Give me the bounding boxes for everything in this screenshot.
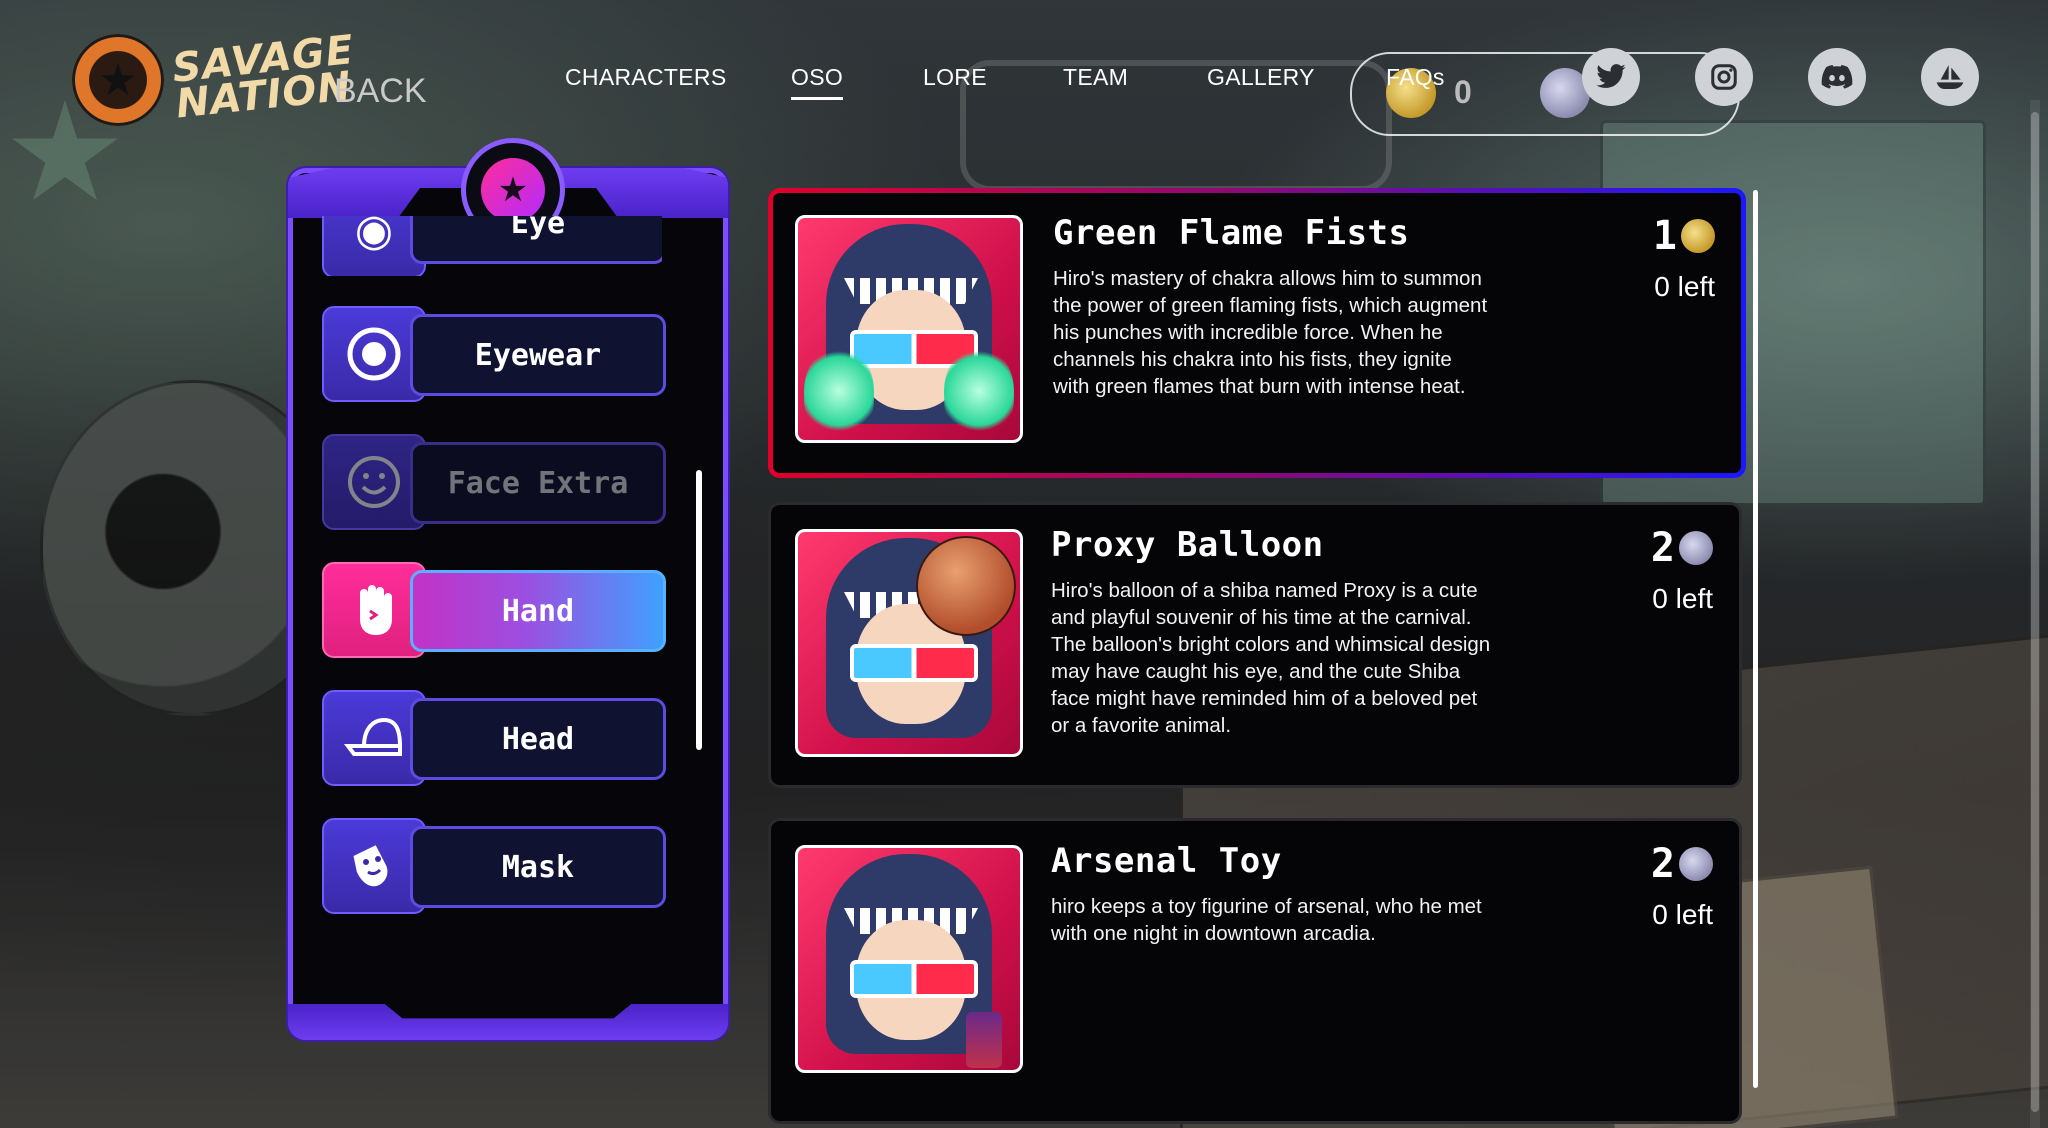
- nav-faqs[interactable]: FAQs: [1386, 64, 1445, 91]
- nav-team[interactable]: TEAM: [1063, 64, 1128, 91]
- category-label: Head: [410, 698, 666, 780]
- instagram-icon[interactable]: [1695, 48, 1753, 106]
- item-remaining: 0 left: [1654, 271, 1715, 302]
- page-scrollbar-thumb[interactable]: [2031, 112, 2039, 1112]
- gold-balance: 0: [1454, 74, 1472, 110]
- price-value: 2: [1650, 525, 1675, 571]
- category-mask[interactable]: Mask: [322, 818, 666, 914]
- arsenal-toy-figurine: [966, 1012, 1002, 1068]
- item-remaining: 0 left: [1652, 583, 1713, 614]
- category-eye[interactable]: ◉ Eye: [322, 216, 662, 276]
- item-title: Green Flame Fists: [1053, 213, 1410, 253]
- item-card-arsenal-toy[interactable]: Arsenal Toy hiro keeps a toy figurine of…: [768, 818, 1742, 1124]
- item-description: Hiro's mastery of chakra allows him to s…: [1053, 267, 1488, 398]
- category-label: Face Extra: [410, 442, 666, 524]
- green-flame-right: [944, 346, 1014, 436]
- nav-characters[interactable]: CHARACTERS: [565, 64, 726, 91]
- item-title: Arsenal Toy: [1051, 841, 1282, 881]
- nav-oso[interactable]: OSO: [791, 64, 843, 100]
- 3d-glasses: [850, 644, 978, 682]
- back-link[interactable]: BACK: [334, 72, 427, 111]
- opensea-icon[interactable]: [1921, 48, 1979, 106]
- item-price: 2: [1651, 525, 1713, 571]
- price-value: 2: [1650, 841, 1675, 887]
- gold-coin-icon: [1681, 219, 1715, 253]
- item-price: 1: [1653, 213, 1715, 259]
- items-scrollbar[interactable]: [1753, 190, 1758, 1088]
- page-scrollbar[interactable]: [2030, 100, 2040, 1128]
- item-image: [795, 529, 1023, 757]
- item-card-proxy-balloon[interactable]: Proxy Balloon Hiro's balloon of a shiba …: [768, 502, 1742, 788]
- discord-icon[interactable]: [1808, 48, 1866, 106]
- brand-wordmark: SAVAGE NATION: [170, 26, 357, 128]
- nav-gallery[interactable]: GALLERY: [1207, 64, 1315, 91]
- item-image: [795, 845, 1023, 1073]
- nav-lore[interactable]: LORE: [923, 64, 987, 91]
- item-remaining: 0 left: [1652, 899, 1713, 930]
- item-price: 2: [1651, 841, 1713, 887]
- brand-logo[interactable]: ★ SAVAGE NATION: [72, 27, 356, 128]
- item-description: hiro keeps a toy figurine of arsenal, wh…: [1051, 895, 1482, 945]
- category-face-extra[interactable]: Face Extra: [322, 434, 666, 530]
- item-image: [795, 215, 1023, 443]
- item-title: Proxy Balloon: [1051, 525, 1324, 565]
- silver-coin-icon: [1679, 847, 1713, 881]
- silver-coin-icon: [1679, 531, 1713, 565]
- category-label: Mask: [410, 826, 666, 908]
- price-value: 1: [1652, 213, 1677, 259]
- category-eyewear[interactable]: Eyewear: [322, 306, 666, 402]
- twitter-icon[interactable]: [1582, 48, 1640, 106]
- green-flame-left: [804, 346, 874, 436]
- category-label: Eyewear: [410, 314, 666, 396]
- category-label: Hand: [410, 570, 666, 652]
- shiba-balloon: [916, 536, 1016, 636]
- category-label: Eye: [410, 216, 662, 264]
- category-head[interactable]: Head: [322, 690, 666, 786]
- item-description: Hiro's balloon of a shiba named Proxy is…: [1051, 579, 1491, 737]
- item-card-green-flame-fists[interactable]: Green Flame Fists Hiro's mastery of chak…: [768, 188, 1746, 478]
- category-scrollbar[interactable]: [696, 470, 702, 750]
- category-hand[interactable]: Hand: [322, 562, 666, 658]
- skull-star-badge-icon: ★: [72, 34, 164, 126]
- 3d-glasses: [850, 960, 978, 998]
